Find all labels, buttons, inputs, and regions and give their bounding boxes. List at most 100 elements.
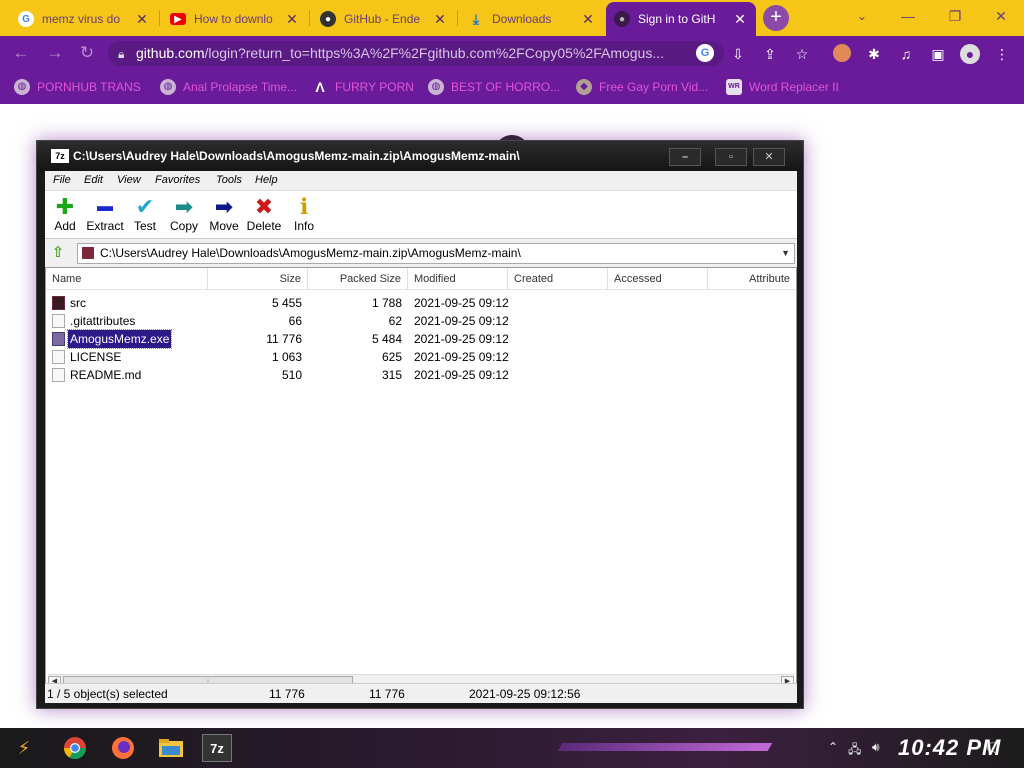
sevenzip-title-bar[interactable]: 7z C:\Users\Audrey Hale\Downloads\Amogus… xyxy=(37,141,803,171)
status-size: 11 776 xyxy=(269,687,305,701)
path-bar: ⇧ C:\Users\Audrey Hale\Downloads\AmogusM… xyxy=(45,241,797,265)
tab-github-ende[interactable]: ● GitHub - Ende ✕ xyxy=(312,2,456,36)
menu-favorites[interactable]: Favorites xyxy=(155,174,200,186)
extension-avatar-icon[interactable] xyxy=(833,44,851,62)
column-packed-size[interactable]: Packed Size xyxy=(308,268,408,290)
menu-view[interactable]: View xyxy=(117,174,141,186)
move-arrow-icon: ➡ xyxy=(214,194,234,219)
bookmark-label: PORNHUB TRANS xyxy=(37,80,141,94)
info-button[interactable]: ℹ Info xyxy=(284,195,324,234)
maximize-button[interactable]: ▫ xyxy=(715,148,747,166)
path-combobox[interactable]: C:\Users\Audrey Hale\Downloads\AmogusMem… xyxy=(77,243,795,264)
bookmark-item[interactable]: ◍ Anal Prolapse Time... xyxy=(160,78,297,96)
close-icon[interactable]: ✕ xyxy=(134,11,150,28)
extensions-puzzle-icon[interactable]: ✱ xyxy=(864,44,884,64)
install-app-icon[interactable]: ⇩ xyxy=(728,44,748,64)
media-controls-icon[interactable]: ♫ xyxy=(896,44,916,64)
tab-downloads[interactable]: ⤓ Downloads ✕ xyxy=(460,2,604,36)
table-row[interactable]: src 5 455 1 788 2021-09-25 09:12 xyxy=(46,294,796,312)
file-rows: src 5 455 1 788 2021-09-25 09:12 .gitatt… xyxy=(46,294,796,384)
tab-title: Sign in to GitH xyxy=(638,12,716,26)
close-icon[interactable]: ✕ xyxy=(432,11,448,28)
menu-tools[interactable]: Tools xyxy=(216,174,242,186)
file-size: 5 455 xyxy=(271,296,302,310)
table-row[interactable]: README.md 510 315 2021-09-25 09:12 xyxy=(46,366,796,384)
add-button[interactable]: ✚ Add xyxy=(45,195,85,234)
delete-button[interactable]: ✖ Delete xyxy=(244,194,284,234)
bookmark-item[interactable]: Λ FURRY PORN xyxy=(312,78,414,96)
table-row-selected[interactable]: AmogusMemz.exe 11 776 5 484 2021-09-25 0… xyxy=(46,329,796,349)
tab-search-chevron-icon[interactable]: ⌄ xyxy=(842,4,882,30)
new-tab-button[interactable]: + xyxy=(763,5,789,31)
notification-icon[interactable]: 🗨︎ xyxy=(984,740,1002,757)
address-bar[interactable]: 🔒︎ github.com/login?return_to=https%3A%2F… xyxy=(108,41,724,66)
table-row[interactable]: LICENSE 1 063 625 2021-09-25 09:12 xyxy=(46,348,796,366)
table-row[interactable]: .gitattributes 66 62 2021-09-25 09:12 xyxy=(46,312,796,330)
share-icon[interactable]: ⇪ xyxy=(760,44,780,64)
sevenzip-window: 7z C:\Users\Audrey Hale\Downloads\Amogus… xyxy=(36,140,804,709)
file-list[interactable]: Name Size Packed Size Modified Created A… xyxy=(45,267,797,691)
column-attributes[interactable]: Attribute xyxy=(708,268,796,290)
menu-file[interactable]: File xyxy=(53,174,71,186)
reload-icon[interactable]: ↻ xyxy=(76,43,98,65)
file-size: 66 xyxy=(288,314,302,328)
dropdown-arrow-icon[interactable]: ▼ xyxy=(781,244,790,263)
google-lens-icon[interactable]: G xyxy=(696,44,714,62)
bookmark-star-icon[interactable]: ☆ xyxy=(792,44,812,64)
side-panel-icon[interactable]: ▣ xyxy=(928,44,948,64)
bookmark-item[interactable]: ◍ BEST OF HORRO... xyxy=(428,78,560,96)
minimize-button[interactable]: — xyxy=(888,4,928,30)
github-icon: ● xyxy=(614,11,630,27)
profile-icon[interactable]: ● xyxy=(960,44,980,64)
status-bar: 1 / 5 object(s) selected 11 776 11 776 2… xyxy=(45,683,797,703)
menu-help[interactable]: Help xyxy=(255,174,278,186)
test-button[interactable]: ✔ Test xyxy=(125,195,165,234)
start-button-icon[interactable]: ⚡ xyxy=(8,734,40,762)
bookmark-item[interactable]: ◍ PORNHUB TRANS xyxy=(14,78,141,96)
menu-kebab-icon[interactable]: ⋮ xyxy=(992,44,1012,64)
file-packed-size: 625 xyxy=(381,350,402,364)
forward-arrow-icon[interactable]: → xyxy=(44,43,66,65)
minimize-button[interactable]: – xyxy=(669,148,701,166)
close-window-button[interactable]: ✕ xyxy=(981,4,1021,30)
move-button[interactable]: ➡ Move xyxy=(204,194,244,234)
back-arrow-icon[interactable]: ← xyxy=(10,43,32,65)
sevenzip-icon[interactable]: 7z xyxy=(202,734,232,762)
tab-how-to-download[interactable]: ▶ How to downlo ✕ xyxy=(162,2,308,36)
column-size[interactable]: Size xyxy=(208,268,308,290)
tab-sign-in-github[interactable]: ● Sign in to GitH ✕ xyxy=(606,2,756,36)
volume-icon[interactable]: 🔊︎ xyxy=(872,740,880,755)
column-header: Name Size Packed Size Modified Created A… xyxy=(46,268,796,290)
column-modified[interactable]: Modified xyxy=(408,268,508,290)
close-icon[interactable]: ✕ xyxy=(732,11,748,28)
tab-title: memz virus do xyxy=(42,12,121,26)
bookmark-item[interactable]: WR Word Replacer II xyxy=(726,78,839,96)
delete-x-icon: ✖ xyxy=(254,194,274,219)
file-modified: 2021-09-25 09:12 xyxy=(414,368,509,382)
tray-chevron-up-icon[interactable]: ⌃ xyxy=(828,740,838,754)
file-name: README.md xyxy=(70,368,142,382)
restore-button[interactable]: ❐ xyxy=(935,4,975,30)
bookmark-label: Anal Prolapse Time... xyxy=(183,80,298,94)
folder-up-icon[interactable]: ⇧ xyxy=(49,244,67,262)
tab-memz-virus[interactable]: G memz virus do ✕ xyxy=(10,2,158,36)
column-name[interactable]: Name xyxy=(46,268,208,290)
menu-edit[interactable]: Edit xyxy=(84,174,103,186)
file-icon xyxy=(52,350,65,364)
network-icon[interactable]: 🖧︎ xyxy=(848,740,861,761)
caret-logo-icon: Λ xyxy=(315,79,325,95)
close-window-button[interactable]: ✕ xyxy=(753,148,785,166)
copy-button[interactable]: ➡ Copy xyxy=(164,195,204,234)
browser-toolbar: ← → ↻ 🔒︎ github.com/login?return_to=https… xyxy=(0,36,1024,70)
chrome-icon[interactable] xyxy=(60,734,90,762)
column-accessed[interactable]: Accessed xyxy=(608,268,708,290)
extract-button[interactable]: ▬ Extract xyxy=(85,195,125,233)
folder-icon[interactable] xyxy=(156,734,186,762)
bookmark-item[interactable]: ◆ Free Gay Porn Vid... xyxy=(576,78,708,96)
close-icon[interactable]: ✕ xyxy=(580,11,596,28)
executable-icon xyxy=(52,332,65,346)
close-icon[interactable]: ✕ xyxy=(284,11,300,28)
column-created[interactable]: Created xyxy=(508,268,608,290)
status-packed-size: 11 776 xyxy=(369,687,405,701)
firefox-icon[interactable] xyxy=(108,734,138,762)
